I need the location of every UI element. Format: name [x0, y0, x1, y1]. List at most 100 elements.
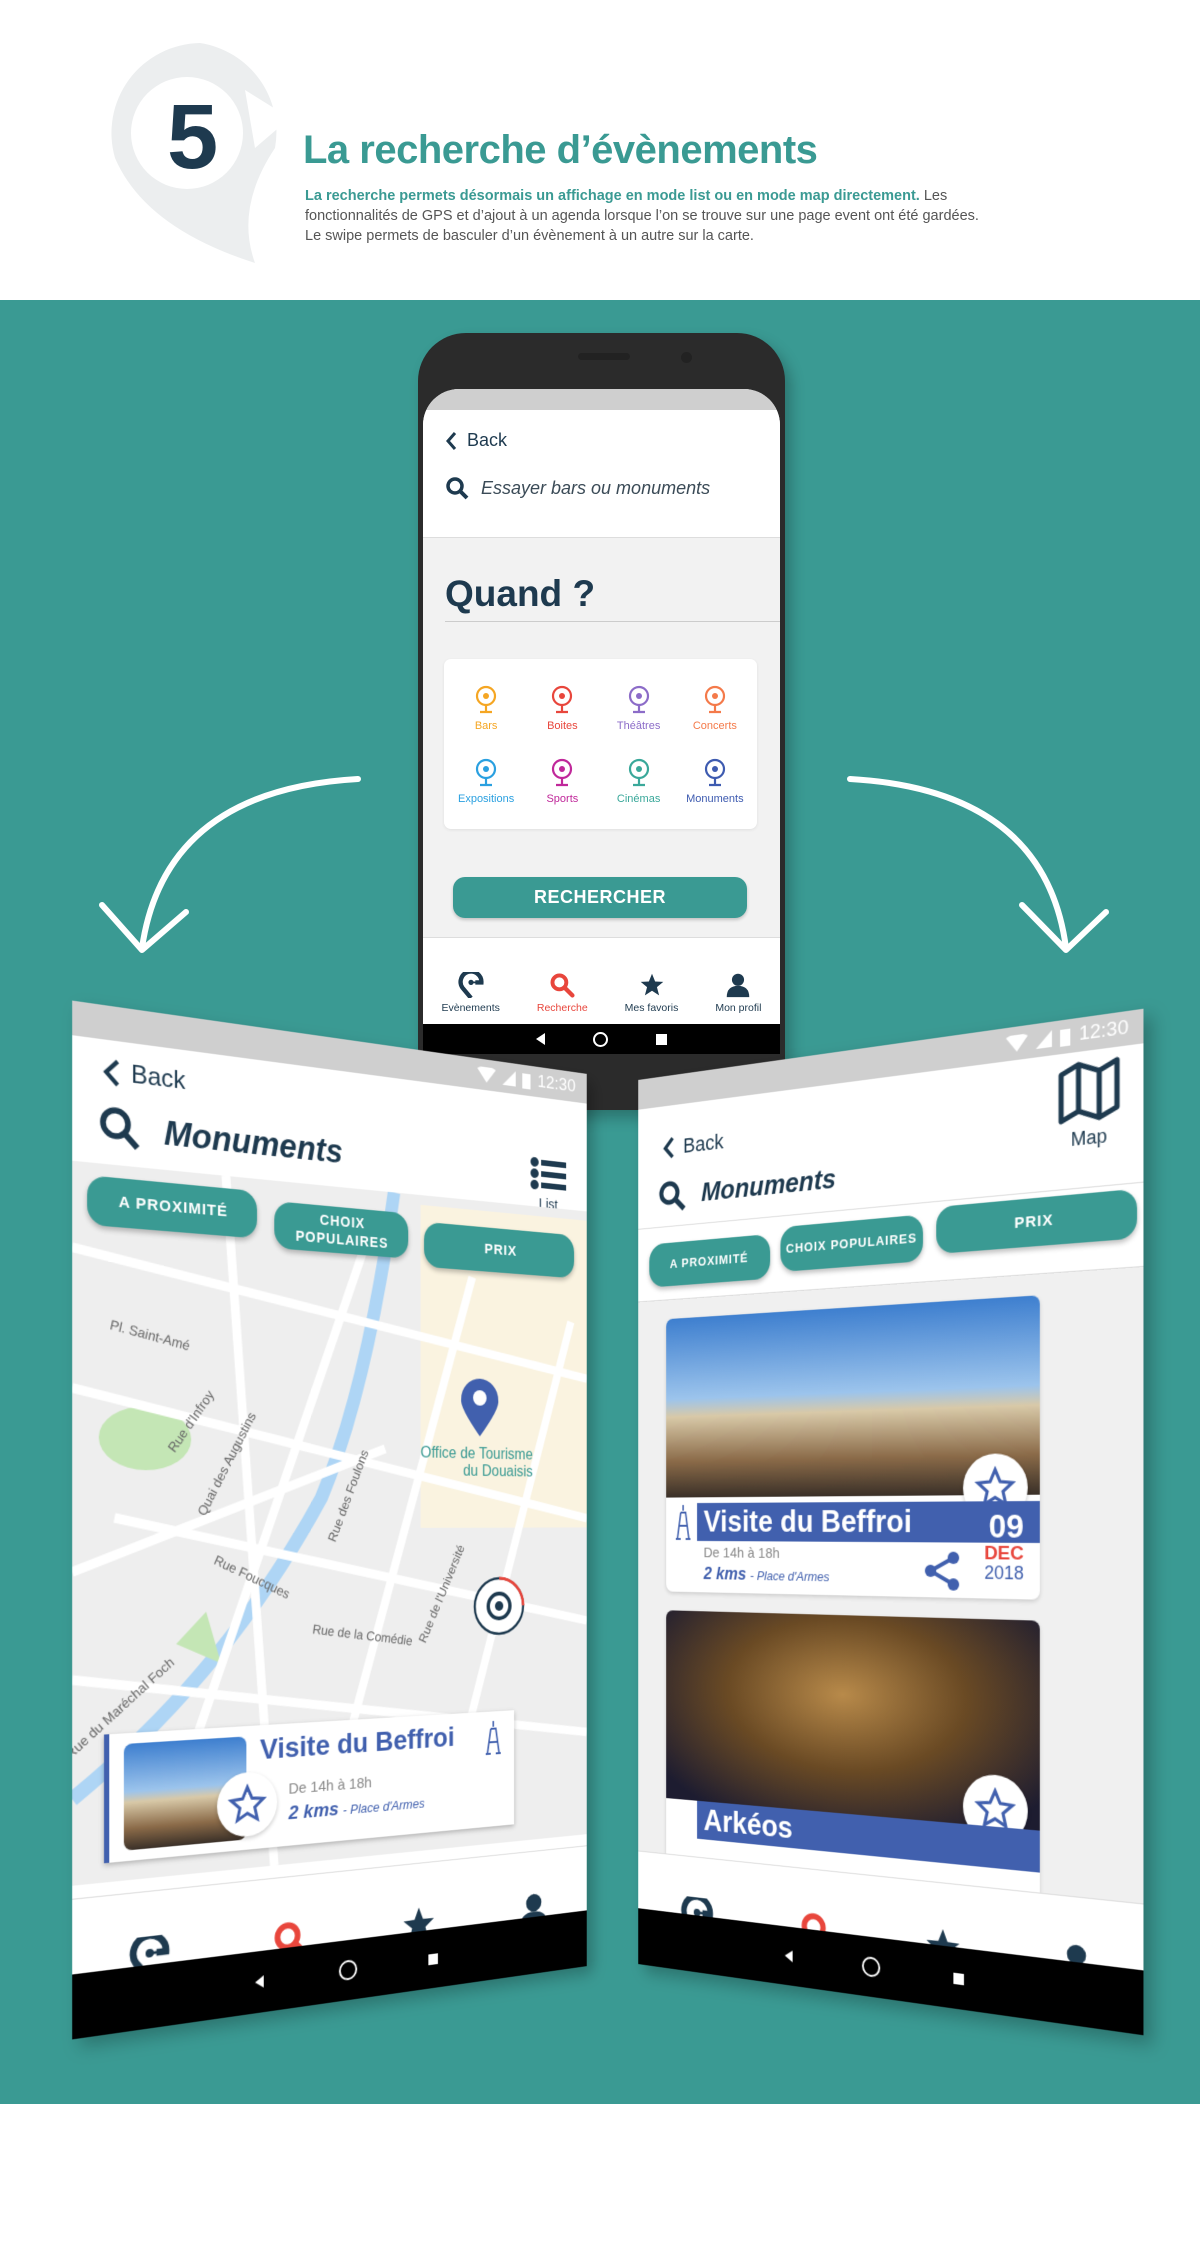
search-input[interactable]: Essayer bars ou monuments [445, 476, 710, 500]
back-button[interactable]: Back [662, 1129, 723, 1161]
category-grid: Bars Boites Théâtres Concerts Expositions Spo… [444, 659, 757, 829]
star-icon [640, 973, 663, 996]
trophy-icon [552, 758, 573, 786]
event-list[interactable]: Visite du Beffroi 09 De 14h à 18h 2 kms … [638, 1265, 1144, 1904]
search-screen: Back Essayer bars ou monuments Quand ? B… [423, 389, 780, 1054]
home-circle-icon[interactable] [592, 1031, 608, 1047]
event-location: 2 kms - Place d'Armes [704, 1564, 830, 1586]
share-icon[interactable] [923, 1550, 961, 1591]
easel-icon [476, 758, 497, 786]
nav-mes-favoris[interactable]: Mes favoris [624, 972, 679, 1014]
back-triangle-icon[interactable] [255, 1975, 264, 1989]
map-label: Map [1070, 1125, 1108, 1151]
category-label: Monuments [686, 792, 744, 805]
back-triangle-icon[interactable] [784, 1949, 793, 1963]
category-concerts[interactable]: Concerts [677, 671, 753, 744]
divider [445, 621, 780, 622]
category-label: Théâtres [616, 719, 661, 732]
locate-me-icon[interactable] [472, 1575, 525, 1638]
back-button[interactable]: Back [445, 430, 507, 451]
vinyl-icon [552, 685, 573, 713]
event-title-bar: Visite du Beffroi 09 [697, 1501, 1040, 1545]
camera-icon [628, 758, 649, 786]
back-label: Back [131, 1060, 186, 1096]
query-text: Monuments [701, 1162, 836, 1207]
recents-square-icon[interactable] [953, 1972, 965, 1985]
search-query[interactable]: Monuments [657, 1161, 836, 1214]
poi-name: Office de Tourisme [420, 1444, 533, 1464]
event-card[interactable]: Visite du Beffroi 09 De 14h à 18h 2 kms … [666, 1295, 1040, 1600]
event-year: 2018 [984, 1562, 1024, 1584]
search-button[interactable]: RECHERCHER [453, 877, 747, 918]
category-label: Bars [474, 719, 498, 732]
event-hours: De 14h à 18h [703, 1544, 780, 1562]
chevron-left-icon [662, 1135, 675, 1161]
search-icon [550, 973, 575, 998]
nav-label: Mon profil [715, 1002, 762, 1014]
nav-recherche[interactable]: Recherche [537, 972, 588, 1014]
category-bars[interactable]: Bars [448, 671, 524, 744]
category-expositions[interactable]: Expositions [448, 744, 524, 817]
list-icon [530, 1156, 567, 1191]
map-toggle-button[interactable]: Map [1058, 1055, 1120, 1153]
nav-label: Mes favoris [624, 1002, 679, 1014]
bar-stool-icon [476, 685, 497, 713]
search-icon [98, 1103, 142, 1153]
status-time: 12:30 [537, 1071, 576, 1097]
battery-icon [1060, 1028, 1071, 1047]
event-title: Arkéos [703, 1803, 793, 1846]
recents-square-icon[interactable] [428, 1952, 438, 1965]
chevron-left-icon [102, 1056, 121, 1088]
nav-label: Recherche [536, 1002, 588, 1014]
event-date: DEC 2018 [984, 1542, 1024, 1584]
right-arrow-icon [847, 776, 1069, 951]
event-day: 09 [988, 1507, 1024, 1545]
back-triangle-icon[interactable] [536, 1033, 546, 1045]
eiffel-tower-icon [704, 758, 725, 786]
home-circle-icon[interactable] [338, 1958, 358, 1982]
recents-square-icon[interactable] [655, 1033, 667, 1045]
category-théâtres[interactable]: Théâtres [601, 671, 677, 744]
back-label: Back [683, 1129, 724, 1158]
bottom-nav: Evènements Recherche Mes favoris Mon profil [423, 937, 780, 1024]
category-sports[interactable]: Sports [524, 744, 600, 817]
map-icon [1058, 1055, 1120, 1126]
category-label: Cinémas [616, 792, 661, 805]
search-query[interactable]: Monuments [98, 1103, 343, 1173]
nav-mon-profil[interactable]: Mon profil [715, 972, 761, 1014]
map-pin-icon[interactable] [459, 1377, 500, 1439]
category-label: Sports [546, 792, 579, 805]
category-label: Boites [547, 719, 578, 732]
category-label: Concerts [692, 719, 737, 732]
phone-speaker [578, 353, 630, 360]
event-location: 2 kms - Place d'Armes [289, 1792, 425, 1826]
masks-icon [628, 685, 649, 713]
category-boites[interactable]: Boites [524, 671, 600, 744]
center-phone: Back Essayer bars ou monuments Quand ? B… [418, 333, 785, 1110]
status-time: 12:30 [1078, 1016, 1129, 1046]
status-bar [423, 389, 780, 410]
list-mode-screen: 12:30 Back Monuments Map Visite du Beffr… [638, 1008, 1144, 2036]
wifi-icon [1006, 1033, 1029, 1054]
battery-icon [522, 1073, 531, 1090]
home-circle-icon[interactable] [861, 1955, 881, 1979]
back-button[interactable]: Back [102, 1056, 186, 1096]
category-cinémas[interactable]: Cinémas [601, 744, 677, 817]
search-header: Back Essayer bars ou monuments [423, 410, 780, 538]
eiffel-tower-icon [484, 1720, 502, 1756]
filter-chip-proximite[interactable]: A PROXIMITÉ [649, 1233, 771, 1288]
signal-icon [502, 1069, 517, 1087]
event-hours: De 14h à 18h [288, 1774, 372, 1798]
category-monuments[interactable]: Monuments [677, 744, 753, 817]
nav-evènements[interactable]: Evènements [442, 972, 500, 1014]
android-nav-bar [423, 1024, 780, 1054]
nav-label: Evènements [441, 1002, 500, 1014]
back-label: Back [467, 430, 508, 450]
event-place: - Place d'Armes [750, 1568, 830, 1585]
eiffel-tower-icon [674, 1505, 692, 1541]
filter-chip-populaires[interactable]: CHOIX POPULAIRES [780, 1214, 924, 1272]
event-month: DEC [984, 1542, 1024, 1565]
star-outline-icon [228, 1782, 267, 1826]
pin-g-icon [458, 972, 484, 998]
event-place: - Place d'Armes [342, 1795, 425, 1818]
